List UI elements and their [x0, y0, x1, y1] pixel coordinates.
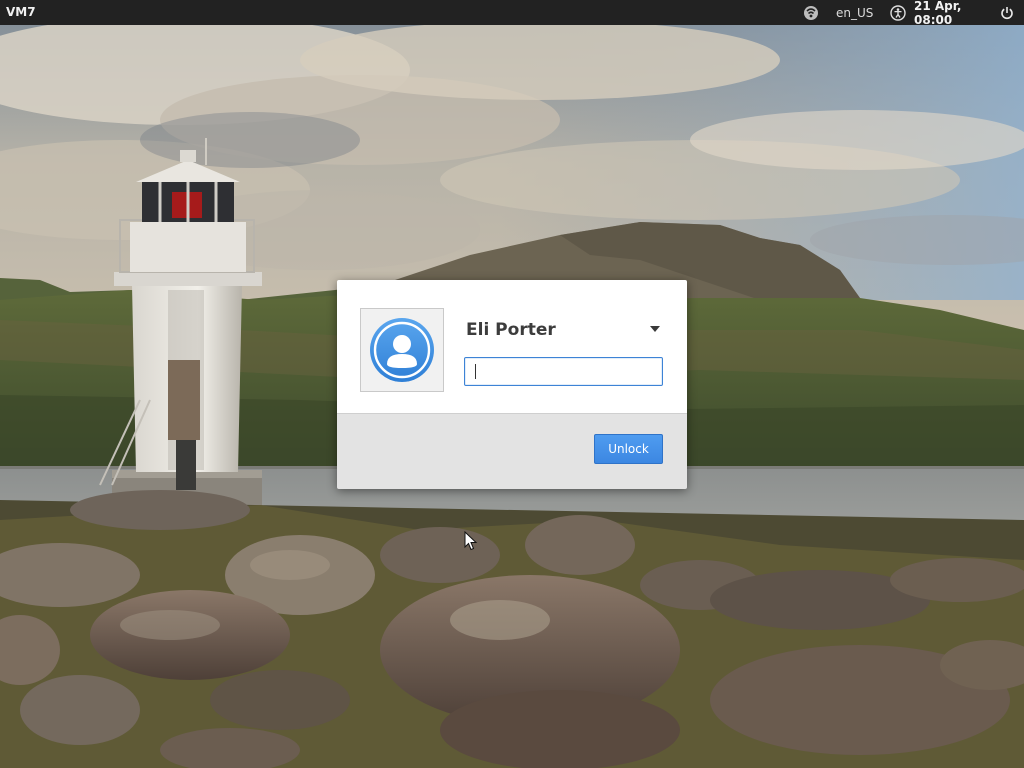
top-panel: VM7 en_US 21 Apr, 08:00	[0, 0, 1024, 27]
lock-screen: VM7 en_US 21 Apr, 08:00 Eli Porter Unloc…	[0, 0, 1024, 768]
unlock-dialog: Eli Porter Unlock	[337, 280, 687, 489]
dialog-user-area: Eli Porter	[337, 280, 687, 413]
text-caret	[475, 364, 476, 379]
host-name: VM7	[6, 5, 36, 19]
mouse-pointer-icon	[464, 531, 478, 551]
clock[interactable]: 21 Apr, 08:00	[914, 0, 994, 27]
chevron-down-icon[interactable]	[648, 324, 662, 334]
accessibility-icon[interactable]	[888, 3, 908, 22]
unlock-button[interactable]: Unlock	[594, 434, 663, 464]
user-name: Eli Porter	[466, 320, 556, 340]
network-icon[interactable]	[800, 3, 822, 22]
keyboard-layout-indicator[interactable]: en_US	[836, 3, 874, 22]
dialog-button-area: Unlock	[337, 413, 687, 489]
user-avatar-icon	[370, 318, 434, 382]
power-icon[interactable]	[996, 3, 1018, 22]
password-input[interactable]	[464, 357, 663, 386]
avatar	[360, 308, 444, 392]
